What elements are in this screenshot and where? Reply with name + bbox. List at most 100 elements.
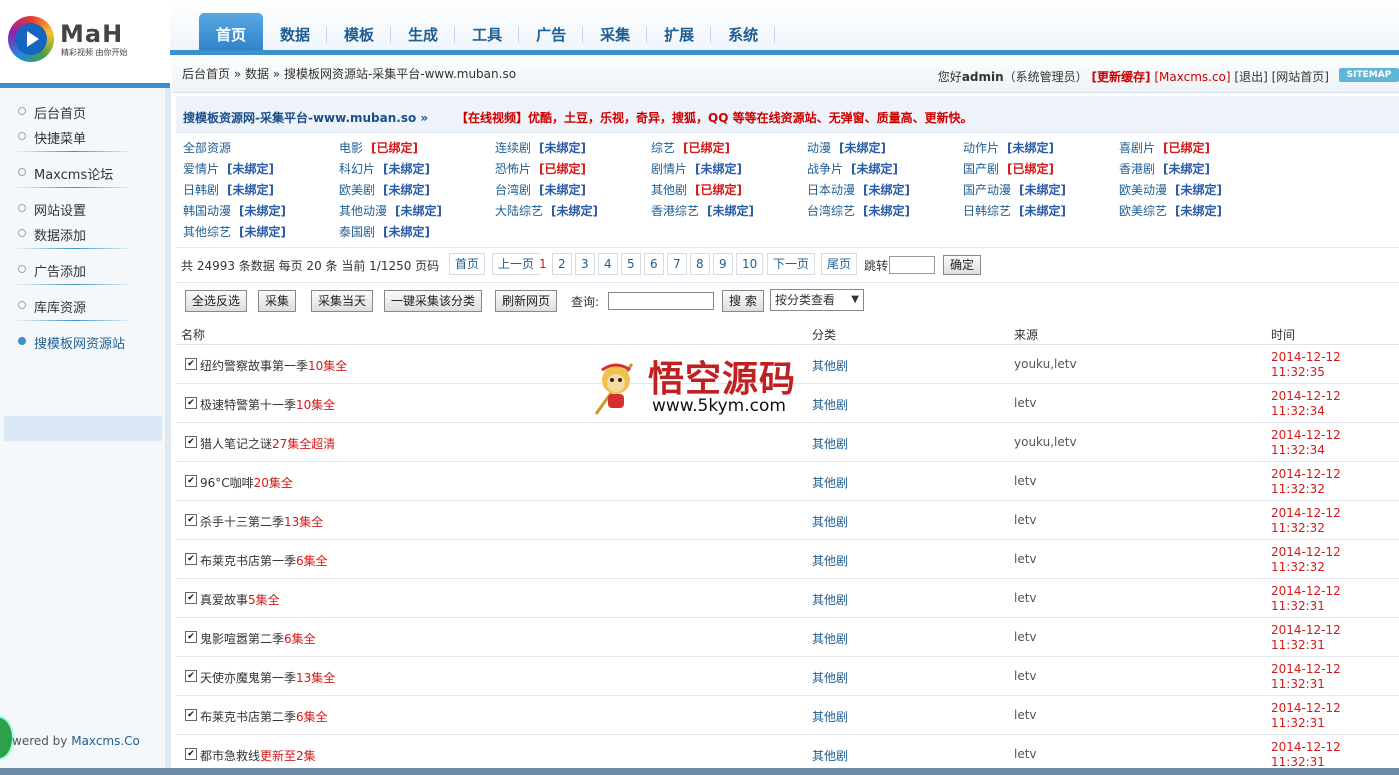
table-row[interactable]: ✔ 鬼影喧嚣第二季6集全 其他剧 letv 2014-12-12 11:32:31 bbox=[176, 618, 1399, 657]
page-3-button[interactable]: 3 bbox=[575, 253, 595, 275]
category-item[interactable]: 恐怖片 [已绑定] bbox=[495, 160, 586, 177]
category-item[interactable]: 日韩综艺 [未绑定] bbox=[963, 202, 1066, 219]
page-4-button[interactable]: 4 bbox=[598, 253, 618, 275]
table-row[interactable]: ✔ 布莱克书店第一季6集全 其他剧 letv 2014-12-12 11:32:32 bbox=[176, 540, 1399, 579]
category-bind-status[interactable]: [未绑定] bbox=[539, 183, 586, 197]
category-item[interactable]: 泰国剧 [未绑定] bbox=[339, 223, 430, 240]
row-title[interactable]: 猎人笔记之谜27集全超清 bbox=[200, 435, 335, 452]
category-item[interactable]: 动作片 [未绑定] bbox=[963, 139, 1054, 156]
category-bind-status[interactable]: [未绑定] bbox=[395, 204, 442, 218]
category-bind-status[interactable]: [未绑定] bbox=[839, 141, 886, 155]
category-bind-status[interactable]: [未绑定] bbox=[227, 183, 274, 197]
nav-collect[interactable]: 采集 bbox=[583, 13, 648, 50]
category-bind-status[interactable]: [未绑定] bbox=[1175, 204, 1222, 218]
table-row[interactable]: ✔ 布莱克书店第二季6集全 其他剧 letv 2014-12-12 11:32:31 bbox=[176, 696, 1399, 735]
page-last-button[interactable]: 尾页 bbox=[821, 253, 858, 275]
nav-tools[interactable]: 工具 bbox=[455, 13, 520, 50]
row-category[interactable]: 其他剧 bbox=[812, 474, 848, 491]
page-5-button[interactable]: 5 bbox=[621, 253, 641, 275]
row-checkbox[interactable]: ✔ bbox=[185, 436, 197, 448]
category-bind-status[interactable]: [已绑定] bbox=[371, 141, 418, 155]
row-title[interactable]: 杀手十三第二季13集全 bbox=[200, 513, 323, 530]
sidebar-item-forum[interactable]: Maxcms论坛 bbox=[34, 164, 113, 183]
nav-ads[interactable]: 广告 bbox=[519, 13, 584, 50]
row-checkbox[interactable]: ✔ bbox=[185, 670, 197, 682]
row-checkbox[interactable]: ✔ bbox=[185, 748, 197, 760]
category-item[interactable]: 其他综艺 [未绑定] bbox=[183, 223, 286, 240]
category-item[interactable]: 爱情片 [未绑定] bbox=[183, 160, 274, 177]
row-category[interactable]: 其他剧 bbox=[812, 552, 848, 569]
nav-system[interactable]: 系统 bbox=[711, 13, 776, 50]
sidebar-item-admin-home[interactable]: 后台首页 bbox=[34, 103, 86, 122]
category-item[interactable]: 全部资源 bbox=[183, 139, 231, 156]
row-category[interactable]: 其他剧 bbox=[812, 708, 848, 725]
row-title[interactable]: 布莱克书店第一季6集全 bbox=[200, 552, 328, 569]
row-checkbox[interactable]: ✔ bbox=[185, 553, 197, 565]
page-7-button[interactable]: 7 bbox=[667, 253, 687, 275]
refresh-button[interactable]: 刷新网页 bbox=[495, 290, 558, 312]
row-title[interactable]: 布莱克书店第二季6集全 bbox=[200, 708, 328, 725]
category-bind-status[interactable]: [未绑定] bbox=[863, 183, 910, 197]
logout-link[interactable]: [退出] bbox=[1234, 70, 1267, 84]
row-title[interactable]: 96°C咖啡20集全 bbox=[200, 474, 293, 491]
page-1-current[interactable]: 1 bbox=[534, 254, 552, 274]
page-first-button[interactable]: 首页 bbox=[449, 253, 486, 275]
nav-data[interactable]: 数据 bbox=[263, 13, 328, 50]
category-bind-status[interactable]: [未绑定] bbox=[539, 141, 586, 155]
update-cache-link[interactable]: [更新缓存] bbox=[1092, 70, 1151, 84]
category-item[interactable]: 香港综艺 [未绑定] bbox=[651, 202, 754, 219]
col-name[interactable]: 名称 bbox=[181, 326, 205, 343]
page-9-button[interactable]: 9 bbox=[713, 253, 733, 275]
row-checkbox[interactable]: ✔ bbox=[185, 514, 197, 526]
row-checkbox[interactable]: ✔ bbox=[185, 631, 197, 643]
collect-category-button[interactable]: 一键采集该分类 bbox=[384, 290, 483, 312]
col-source[interactable]: 来源 bbox=[1014, 326, 1038, 343]
sidebar-item-quick-menu[interactable]: 快捷菜单 bbox=[34, 128, 86, 147]
category-item[interactable]: 日韩剧 [未绑定] bbox=[183, 181, 274, 198]
category-item[interactable]: 大陆综艺 [未绑定] bbox=[495, 202, 598, 219]
maxcms-logo[interactable]: MaH 精彩视频 由你开始 bbox=[8, 16, 158, 66]
collect-today-button[interactable]: 采集当天 bbox=[311, 290, 374, 312]
resource-site-link[interactable]: 搜模板资源网-采集平台-www.muban.so » bbox=[183, 109, 428, 126]
row-title[interactable]: 天使亦魔鬼第一季13集全 bbox=[200, 669, 335, 686]
category-select[interactable]: 按分类查看 ▼ bbox=[770, 289, 864, 311]
category-item[interactable]: 台湾综艺 [未绑定] bbox=[807, 202, 910, 219]
row-category[interactable]: 其他剧 bbox=[812, 513, 848, 530]
category-item[interactable]: 连续剧 [未绑定] bbox=[495, 139, 586, 156]
row-title[interactable]: 极速特警第十一季10集全 bbox=[200, 396, 335, 413]
col-category[interactable]: 分类 bbox=[812, 326, 836, 343]
category-bind-status[interactable]: [已绑定] bbox=[1007, 162, 1054, 176]
page-next-button[interactable]: 下一页 bbox=[767, 253, 816, 275]
row-checkbox[interactable]: ✔ bbox=[185, 709, 197, 721]
category-bind-status[interactable]: [未绑定] bbox=[551, 204, 598, 218]
category-bind-status[interactable]: [未绑定] bbox=[1163, 162, 1210, 176]
col-time[interactable]: 时间 bbox=[1271, 326, 1295, 343]
category-item[interactable]: 其他剧 [已绑定] bbox=[651, 181, 742, 198]
category-item[interactable]: 香港剧 [未绑定] bbox=[1119, 160, 1210, 177]
category-bind-status[interactable]: [未绑定] bbox=[695, 162, 742, 176]
category-item[interactable]: 欧美综艺 [未绑定] bbox=[1119, 202, 1222, 219]
row-title[interactable]: 真爱故事5集全 bbox=[200, 591, 280, 608]
row-category[interactable]: 其他剧 bbox=[812, 669, 848, 686]
category-bind-status[interactable]: [未绑定] bbox=[707, 204, 754, 218]
table-row[interactable]: ✔ 真爱故事5集全 其他剧 letv 2014-12-12 11:32:31 bbox=[176, 579, 1399, 618]
page-2-button[interactable]: 2 bbox=[552, 253, 572, 275]
sidebar-item-site-settings[interactable]: 网站设置 bbox=[34, 200, 86, 219]
jump-confirm-button[interactable]: 确定 bbox=[943, 255, 982, 275]
sidebar-item-add-data[interactable]: 数据添加 bbox=[34, 225, 86, 244]
table-row[interactable]: ✔ 96°C咖啡20集全 其他剧 letv 2014-12-12 11:32:32 bbox=[176, 462, 1399, 501]
table-row[interactable]: ✔ 杀手十三第二季13集全 其他剧 letv 2014-12-12 11:32:32 bbox=[176, 501, 1399, 540]
row-category[interactable]: 其他剧 bbox=[812, 591, 848, 608]
row-title[interactable]: 鬼影喧嚣第二季6集全 bbox=[200, 630, 316, 647]
search-button[interactable]: 搜 索 bbox=[722, 290, 764, 312]
row-checkbox[interactable]: ✔ bbox=[185, 358, 197, 370]
site-home-link[interactable]: [网站首页] bbox=[1272, 70, 1329, 84]
category-bind-status[interactable]: [未绑定] bbox=[239, 204, 286, 218]
powered-link[interactable]: Maxcms.Co bbox=[71, 734, 140, 748]
category-bind-status[interactable]: [未绑定] bbox=[863, 204, 910, 218]
sitemap-button[interactable]: SITEMAP bbox=[1339, 68, 1399, 82]
category-item[interactable]: 战争片 [未绑定] bbox=[807, 160, 898, 177]
row-category[interactable]: 其他剧 bbox=[812, 747, 848, 764]
category-bind-status[interactable]: [未绑定] bbox=[1019, 204, 1066, 218]
table-row[interactable]: ✔ 天使亦魔鬼第一季13集全 其他剧 letv 2014-12-12 11:32:31 bbox=[176, 657, 1399, 696]
